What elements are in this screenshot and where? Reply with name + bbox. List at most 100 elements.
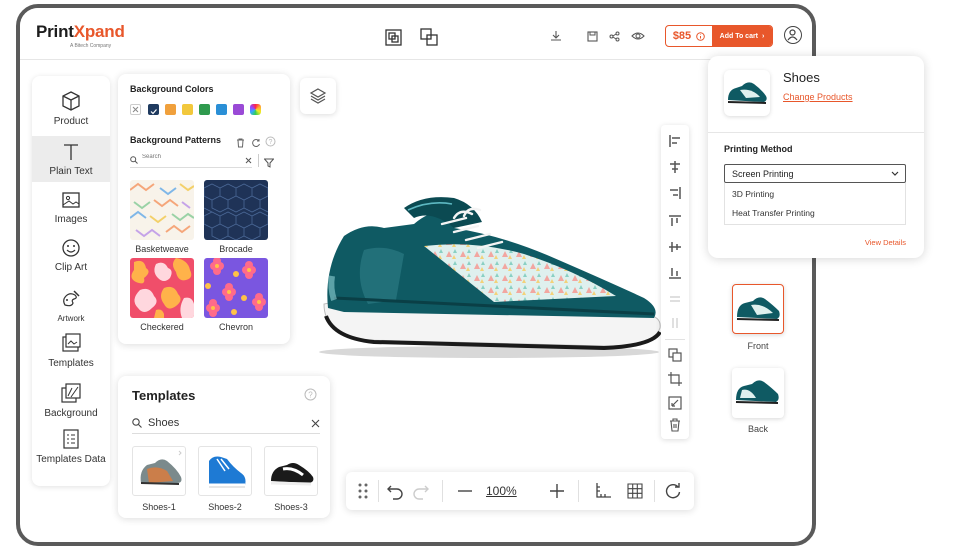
save-icon[interactable] <box>582 26 602 46</box>
sidebar-item-product[interactable]: Product <box>32 90 110 134</box>
template-card[interactable] <box>198 446 252 496</box>
view-details-link[interactable]: View Details <box>865 238 906 247</box>
undo-icon[interactable] <box>386 482 404 500</box>
filter-icon[interactable] <box>263 155 275 173</box>
sidebar-item-templates-data[interactable]: Templates Data <box>32 428 110 480</box>
user-avatar-icon[interactable] <box>784 26 802 44</box>
align-bottom-icon[interactable] <box>667 265 683 281</box>
add-to-cart-label: Add To cart <box>719 32 759 40</box>
pattern-label: Basketweave <box>135 244 189 254</box>
download-icon[interactable] <box>546 26 566 46</box>
no-color-swatch[interactable] <box>130 104 141 115</box>
view-front-thumbnail[interactable] <box>732 284 784 334</box>
layers-button[interactable] <box>300 78 336 114</box>
svg-text:?: ? <box>308 391 313 400</box>
sidebar-item-background[interactable]: Background <box>32 382 110 422</box>
share-icon[interactable] <box>604 26 624 46</box>
align-top-icon[interactable] <box>667 213 683 229</box>
pattern-brocade[interactable] <box>204 180 268 240</box>
trash-icon[interactable] <box>236 135 245 153</box>
align-right-icon[interactable] <box>667 185 683 201</box>
pattern-checkered[interactable] <box>130 258 194 318</box>
sidebar-item-templates[interactable]: Templates <box>32 332 110 372</box>
pattern-search-input[interactable] <box>142 154 237 160</box>
align-left-icon[interactable] <box>667 133 683 149</box>
templates-title: Templates <box>132 388 196 403</box>
color-swatch[interactable] <box>182 104 193 115</box>
redo-icon[interactable] <box>412 482 430 500</box>
templates-icon <box>62 333 81 352</box>
chevron-right-icon: › <box>762 32 765 40</box>
pattern-chevron[interactable] <box>204 258 268 318</box>
preview-eye-icon[interactable] <box>628 26 648 46</box>
sidebar-label: Product <box>53 116 89 127</box>
shoe-thumbnail <box>736 297 780 321</box>
add-to-cart-button[interactable]: Add To cart › <box>712 26 772 46</box>
shoe-thumbnail <box>727 82 767 104</box>
sidebar-label: Templates <box>48 358 94 369</box>
design-canvas[interactable] <box>304 188 664 364</box>
divider <box>708 132 924 133</box>
sidebar-item-images[interactable]: Images <box>32 190 110 230</box>
refresh-icon[interactable] <box>251 135 261 153</box>
group-icon[interactable] <box>383 27 403 47</box>
distribute-vertical-icon[interactable] <box>667 315 683 331</box>
method-option[interactable]: 3D Printing <box>732 189 774 199</box>
help-icon[interactable]: ? <box>304 388 317 406</box>
color-swatch[interactable] <box>199 104 210 115</box>
align-middle-icon[interactable] <box>667 239 683 255</box>
template-search-field[interactable]: Shoes <box>132 414 320 434</box>
brand-logo[interactable]: PrintXpand A Bitech Company <box>36 22 125 49</box>
ungroup-icon[interactable] <box>419 27 439 47</box>
color-swatch[interactable] <box>233 104 244 115</box>
color-swatch[interactable] <box>216 104 227 115</box>
ruler-icon[interactable] <box>594 482 612 500</box>
sidebar-item-artwork[interactable]: Artwork <box>32 288 110 328</box>
sidebar-label: Clip Art <box>54 262 88 273</box>
color-swatch-selected[interactable] <box>148 104 159 115</box>
zoom-level[interactable]: 100% <box>486 484 517 498</box>
view-back-thumbnail[interactable] <box>732 368 784 418</box>
align-center-icon[interactable] <box>667 159 683 175</box>
resize-icon[interactable] <box>667 395 683 411</box>
product-thumbnail[interactable] <box>724 70 770 116</box>
divider <box>378 480 379 502</box>
sidebar-item-plain-text[interactable]: Plain Text <box>32 136 110 182</box>
crop-icon[interactable] <box>667 371 683 387</box>
template-search-value: Shoes <box>148 417 180 429</box>
divider <box>654 480 655 502</box>
help-icon[interactable]: ? <box>265 134 276 152</box>
duplicate-icon[interactable] <box>667 347 683 363</box>
method-option[interactable]: Heat Transfer Printing <box>732 208 815 218</box>
sidebar-label: Artwork <box>57 314 85 323</box>
shoe-product-image <box>319 197 662 358</box>
pattern-basketweave[interactable] <box>130 180 194 240</box>
template-label: Shoes-1 <box>142 502 176 512</box>
background-panel: Background Colors Background Patterns ? <box>118 74 290 344</box>
clear-icon[interactable] <box>311 419 320 428</box>
sidebar-item-clip-art[interactable]: Clip Art <box>32 238 110 278</box>
info-icon[interactable] <box>696 31 705 41</box>
custom-color-picker[interactable] <box>250 104 261 115</box>
printing-method-select[interactable]: Screen Printing <box>724 164 906 183</box>
sidebar-label: Images <box>54 214 88 225</box>
background-icon <box>61 383 81 403</box>
distribute-horizontal-icon[interactable] <box>667 291 683 307</box>
reset-icon[interactable] <box>664 482 682 500</box>
grid-icon[interactable] <box>626 482 644 500</box>
color-swatch[interactable] <box>165 104 176 115</box>
clear-icon[interactable] <box>245 157 252 164</box>
change-products-link[interactable]: Change Products <box>783 92 853 102</box>
delete-icon[interactable] <box>667 417 683 433</box>
brand-name-2: Xpand <box>73 22 125 41</box>
zoom-out-icon[interactable] <box>456 482 474 500</box>
pattern-label: Checkered <box>140 322 184 332</box>
template-card[interactable] <box>264 446 318 496</box>
image-icon <box>62 192 80 208</box>
pattern-search-field[interactable] <box>130 154 252 168</box>
divider <box>665 339 685 340</box>
zoom-in-icon[interactable] <box>548 482 566 500</box>
printing-method-options: 3D Printing Heat Transfer Printing <box>724 183 906 225</box>
drag-handle-icon[interactable] <box>354 482 372 500</box>
template-card[interactable] <box>132 446 186 496</box>
